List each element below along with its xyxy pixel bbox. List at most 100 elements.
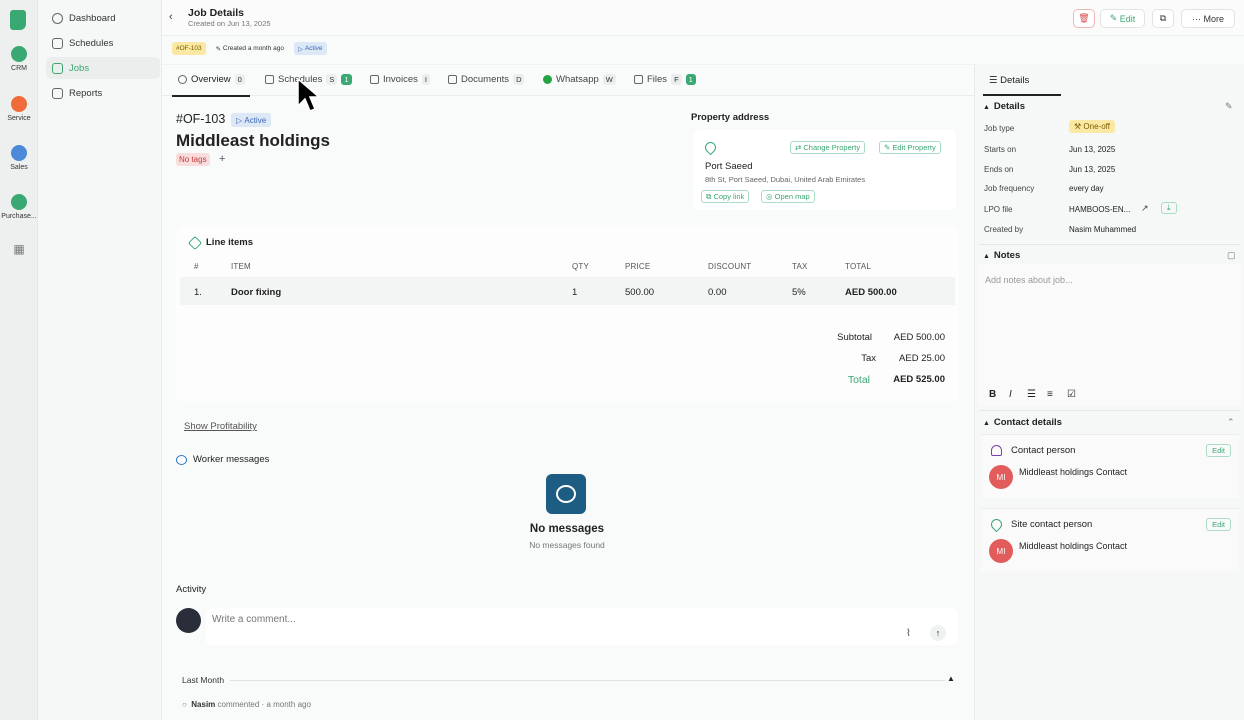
col-header-total: TOTAL <box>845 262 872 271</box>
collapse-icon[interactable]: ⌃ <box>1227 417 1235 428</box>
contact-person-name[interactable]: Middleast holdings Contact <box>1019 467 1127 477</box>
rail-item-crm[interactable]: CRM <box>0 46 38 72</box>
site-contact-card: Site contact person Edit MI Middleast ho… <box>981 508 1239 572</box>
file-icon <box>634 75 643 84</box>
field-label-lpo-file: LPO file <box>984 205 1013 214</box>
ends-on-value: Jun 13, 2025 <box>1069 165 1116 174</box>
edit-contact-button[interactable]: Edit <box>1206 444 1231 457</box>
wrench-icon <box>187 235 203 250</box>
notes-section-header[interactable]: ▲ Notes <box>983 250 1020 261</box>
subtotal-label: Subtotal <box>837 332 872 343</box>
divider <box>979 244 1241 245</box>
edit-button[interactable]: ✎ Edit <box>1100 9 1145 28</box>
worker-messages-heading: Worker messages <box>176 454 269 465</box>
field-label-job-type: Job type <box>984 124 1015 133</box>
contact-person-label: Contact person <box>1011 445 1076 456</box>
lpo-file-value[interactable]: HAMBOOS-EN... <box>1069 205 1130 214</box>
divider <box>230 680 945 681</box>
italic-icon[interactable]: I <box>1009 389 1012 400</box>
numbered-list-icon[interactable]: ≡ <box>1047 389 1053 400</box>
delete-button[interactable]: 🗑 <box>1073 9 1095 28</box>
caret-up-icon: ▲ <box>983 420 994 427</box>
change-property-button[interactable]: ⇄ Change Property <box>790 141 866 154</box>
play-icon: ▷ <box>236 115 245 125</box>
app-logo[interactable] <box>10 10 26 30</box>
open-map-button[interactable]: ◎ Open map <box>761 190 815 203</box>
col-header-price: PRICE <box>625 262 651 271</box>
row-item: Door fixing <box>231 287 282 298</box>
add-tag-button[interactable]: + <box>219 153 225 165</box>
avatar: MI <box>989 539 1013 563</box>
job-id-chip: #OF-103 <box>172 42 206 55</box>
send-button[interactable]: ↑ <box>930 625 946 641</box>
total-label: Total <box>847 374 870 386</box>
page-title: Job Details <box>188 7 245 19</box>
bold-icon[interactable]: B <box>989 389 996 400</box>
dashboard-icon <box>52 12 63 24</box>
job-status-badge: ▷ Active <box>231 113 272 127</box>
rail-item-purchase[interactable]: Purchase... <box>0 194 38 220</box>
rail-item-service[interactable]: Service <box>0 96 38 122</box>
collapse-caret-icon[interactable]: ▲ <box>947 674 955 683</box>
edit-site-contact-button[interactable]: Edit <box>1206 518 1231 531</box>
edit-property-button[interactable]: ✎ Edit Property <box>879 141 941 154</box>
calendar-icon <box>52 37 63 49</box>
activity-group-label: Last Month <box>182 675 225 685</box>
row-qty: 1 <box>572 287 578 298</box>
job-type-value: ⚒ One-off <box>1069 120 1115 133</box>
purchase-icon <box>11 194 27 210</box>
row-num: 1. <box>194 287 202 298</box>
app-rail: CRM Service Sales Purchase... ▦ <box>0 0 38 720</box>
notes-editor[interactable] <box>979 264 1241 406</box>
copy-link-button[interactable]: ⧉ Copy link <box>701 190 750 203</box>
user-avatar <box>176 608 201 633</box>
details-section-header[interactable]: ▲ Details <box>983 101 1025 112</box>
apps-grid-icon[interactable]: ▦ <box>0 242 38 256</box>
field-label-starts-on: Starts on <box>984 145 1017 154</box>
show-profitability-link[interactable]: Show Profitability <box>184 421 257 432</box>
empty-messages-title: No messages <box>529 523 605 535</box>
sidebar-item-schedules[interactable]: Schedules <box>46 32 160 54</box>
tab-files[interactable]: Files F 1 <box>634 74 696 85</box>
rail-item-sales[interactable]: Sales <box>0 145 38 171</box>
sidebar-item-dashboard[interactable]: Dashboard <box>46 7 160 29</box>
line-items-card: Line items # ITEM QTY PRICE DISCOUNT TAX… <box>176 225 959 401</box>
duplicate-button[interactable]: ⧉ <box>1152 9 1174 28</box>
bullet-list-icon[interactable]: ☰ <box>1027 389 1036 400</box>
subtotal-value: AED 500.00 <box>893 332 945 343</box>
pencil-icon: ✎ <box>884 143 893 152</box>
ellipsis-icon: ··· <box>1191 13 1204 24</box>
caret-up-icon: ▲ <box>983 253 994 260</box>
back-button[interactable]: ‹ <box>169 11 173 23</box>
crm-icon <box>11 46 27 62</box>
divider <box>979 410 1241 411</box>
sidebar-item-jobs[interactable]: Jobs <box>46 57 160 79</box>
attach-icon[interactable]: ⌇ <box>906 628 911 639</box>
tab-invoices[interactable]: Invoices I <box>370 74 430 85</box>
site-contact-name[interactable]: Middleast holdings Contact <box>1019 541 1127 551</box>
sidebar-item-reports[interactable]: Reports <box>46 82 160 104</box>
external-link-icon[interactable]: ↗ <box>1141 203 1149 214</box>
col-header-tax: TAX <box>792 262 808 271</box>
tab-documents[interactable]: Documents D <box>448 74 525 85</box>
tab-whatsapp[interactable]: Whatsapp W <box>543 74 616 85</box>
note-icon[interactable]: ▢ <box>1227 250 1236 261</box>
download-icon[interactable]: ⤓ <box>1161 202 1177 214</box>
comment-input[interactable] <box>212 614 812 625</box>
pencil-icon[interactable]: ✎ <box>1225 101 1233 112</box>
more-button[interactable]: ··· More <box>1181 9 1235 28</box>
empty-messages-subtitle: No messages found <box>529 540 605 550</box>
row-tax: 5% <box>792 287 806 298</box>
row-discount: 0.00 <box>708 287 727 298</box>
created-chip: ✎ Created a month ago <box>215 45 284 53</box>
checklist-icon[interactable]: ☑ <box>1067 389 1076 400</box>
table-row[interactable] <box>180 277 955 305</box>
contact-section-header[interactable]: ▲ Contact details <box>983 417 1062 428</box>
details-panel: ☰ Details ▲ Details ✎ Job type ⚒ One-off… <box>974 64 1244 720</box>
tab-details[interactable]: ☰ Details <box>989 75 1029 86</box>
property-address: 8th St, Port Saeed, Dubai, United Arab E… <box>705 175 866 184</box>
field-label-ends-on: Ends on <box>984 165 1014 174</box>
tab-overview[interactable]: Overview 0 <box>178 74 245 85</box>
page-header: ‹ Job Details Created on Jun 13, 2025 🗑 … <box>162 0 1244 36</box>
wrench-icon: ⚒ <box>1074 122 1084 131</box>
